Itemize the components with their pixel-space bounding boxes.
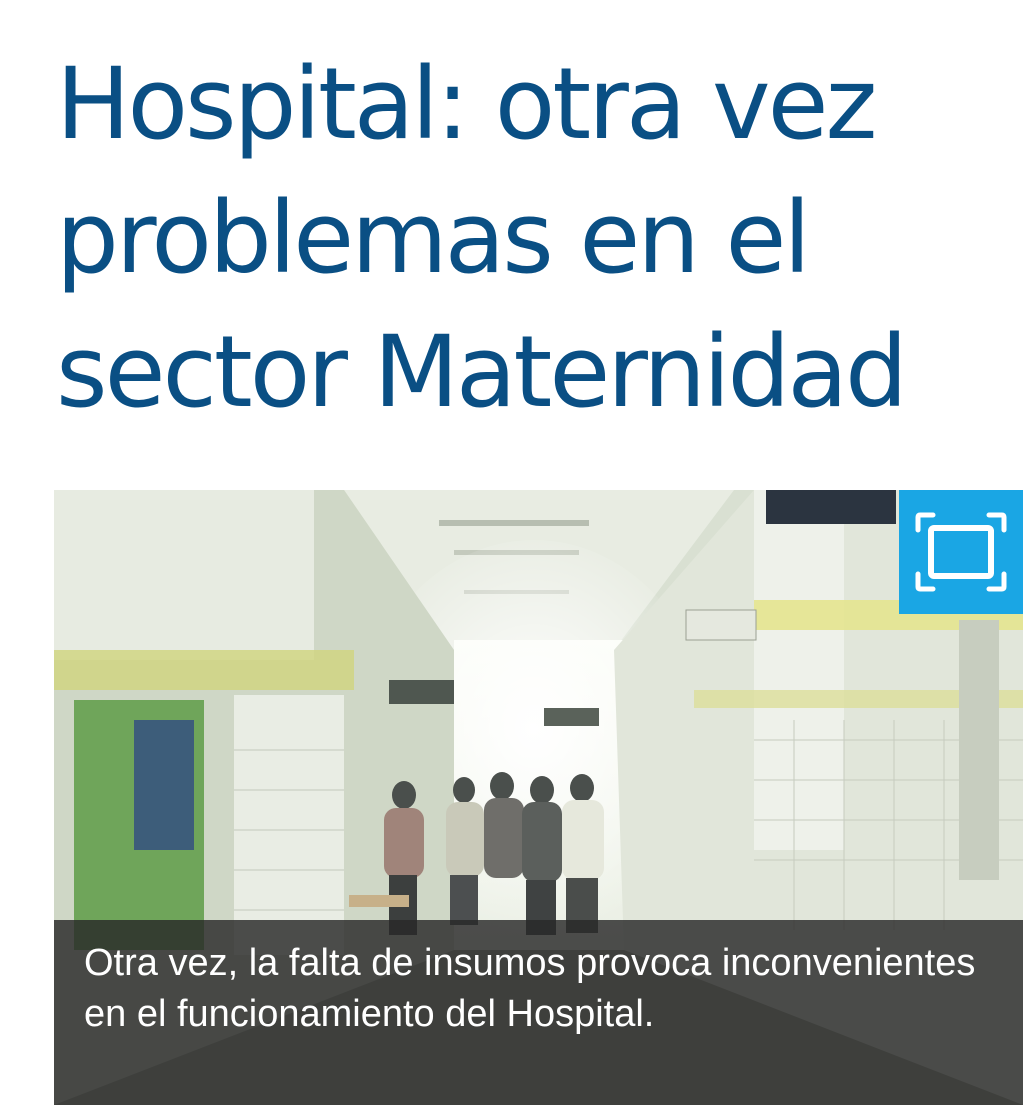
fullscreen-icon [915, 512, 1007, 592]
photo-caption-text: Otra vez, la falta de insumos provoca in… [84, 942, 976, 1035]
article-photo[interactable]: Otra vez, la falta de insumos provoca in… [54, 490, 1023, 1105]
headline-line: sector Maternidad [56, 315, 908, 430]
headline-line: problemas en el [56, 181, 811, 296]
article-headline: Hospital: otra vez problemas en el secto… [56, 38, 1023, 440]
fullscreen-button[interactable] [899, 490, 1023, 614]
photo-caption: Otra vez, la falta de insumos provoca in… [54, 920, 1023, 1105]
headline-line: Hospital: otra vez [56, 47, 877, 162]
